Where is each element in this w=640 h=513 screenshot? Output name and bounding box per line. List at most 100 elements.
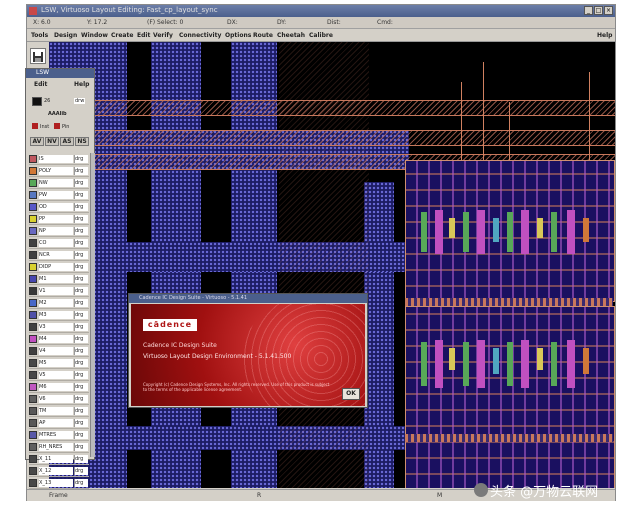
layer-list-scrollbar[interactable] — [90, 153, 95, 457]
menu-help[interactable]: Help — [597, 32, 612, 39]
metal-block — [477, 210, 485, 254]
layer-name: V1 — [39, 286, 73, 295]
menu-cheetah[interactable]: Cheetah — [277, 32, 305, 39]
none-visible-button[interactable]: NV — [45, 137, 59, 146]
layer-row[interactable]: M2 drg — [29, 297, 89, 309]
layer-row[interactable]: V1 drg — [29, 285, 89, 297]
all-selectable-button[interactable]: AS — [60, 137, 74, 146]
route-line — [483, 62, 484, 162]
menu-verify[interactable]: Verify — [153, 32, 173, 39]
x-coordinate: X: 6.0 — [33, 19, 51, 26]
poly-block — [537, 348, 543, 370]
layer-name: V3 — [39, 322, 73, 331]
lsw-menu-help[interactable]: Help — [74, 81, 89, 88]
layer-purpose: drg — [74, 334, 88, 343]
layer-row[interactable]: M3 drg — [29, 309, 89, 321]
layer-row[interactable]: NP drg — [29, 225, 89, 237]
layer-row[interactable]: TM drg — [29, 405, 89, 417]
status-mouse-left: Frame — [49, 492, 68, 499]
layer-swatch — [29, 274, 37, 283]
close-button[interactable]: × — [604, 6, 613, 15]
layer-row[interactable]: M5 drg — [29, 357, 89, 369]
layer-row[interactable]: V5 drg — [29, 369, 89, 381]
none-selectable-button[interactable]: NS — [75, 137, 89, 146]
layer-row[interactable]: NW drg — [29, 177, 89, 189]
diffusion-block — [507, 212, 513, 252]
layer-swatch — [29, 178, 37, 187]
ok-button[interactable]: OK — [342, 388, 360, 400]
lsw-menu-edit[interactable]: Edit — [34, 81, 47, 88]
layer-name: V6 — [39, 394, 73, 403]
minimize-button[interactable]: _ — [584, 6, 593, 15]
layer-swatch — [29, 166, 37, 175]
maximize-button[interactable]: □ — [594, 6, 603, 15]
layer-purpose: drg — [74, 166, 88, 175]
layer-row[interactable]: M1 drg — [29, 273, 89, 285]
layer-swatch — [29, 322, 37, 331]
pin-label: Pin — [62, 124, 70, 130]
menu-bar: Tools Design Window Create Edit Verify C… — [27, 29, 615, 42]
save-icon[interactable] — [30, 48, 46, 64]
product-subtitle: Virtuoso Layout Design Environment - 5.1… — [143, 353, 292, 360]
layer-row[interactable]: X_13 drg — [29, 477, 89, 489]
layer-purpose: drg — [74, 310, 88, 319]
layer-swatch — [29, 262, 37, 271]
menu-calibre[interactable]: Calibre — [309, 32, 333, 39]
all-visible-button[interactable]: AV — [30, 137, 44, 146]
layer-name: X_11 — [39, 454, 73, 463]
menu-route[interactable]: Route — [253, 32, 273, 39]
layer-row[interactable]: X_12 drg — [29, 465, 89, 477]
layer-row[interactable]: CO drg — [29, 237, 89, 249]
menu-edit[interactable]: Edit — [137, 32, 150, 39]
layer-purpose: drg — [74, 250, 88, 259]
layer-swatch — [29, 418, 37, 427]
layer-purpose: drg — [74, 370, 88, 379]
diffusion-block — [463, 342, 469, 386]
layer-row[interactable]: PP drg — [29, 213, 89, 225]
layer-swatch — [29, 358, 37, 367]
layer-row[interactable]: V3 drg — [29, 321, 89, 333]
layer-name: IS — [39, 154, 73, 163]
layer-row[interactable]: POLY drg — [29, 165, 89, 177]
menu-options[interactable]: Options — [225, 32, 251, 39]
layer-row[interactable]: M4 drg — [29, 333, 89, 345]
layer-swatch — [29, 214, 37, 223]
current-layer-name: 26 — [44, 98, 51, 104]
route-line — [589, 72, 590, 162]
layout-canvas[interactable] — [49, 42, 615, 488]
inst-checkbox[interactable] — [32, 123, 38, 129]
layer-swatch — [29, 154, 37, 163]
layer-row[interactable]: V4 drg — [29, 345, 89, 357]
menu-connectivity[interactable]: Connectivity — [179, 32, 221, 39]
inst-label: Inst — [40, 124, 50, 130]
layer-row[interactable]: V6 drg — [29, 393, 89, 405]
layer-row[interactable]: AP drg — [29, 417, 89, 429]
layer-row[interactable]: OD drg — [29, 201, 89, 213]
layer-name: POLY — [39, 166, 73, 175]
splash-banner: cādence Cadence IC Design Suite Virtuoso… — [131, 304, 365, 406]
menu-tools[interactable]: Tools — [31, 32, 48, 39]
layer-swatch — [29, 286, 37, 295]
standard-cell-array — [405, 306, 615, 488]
menu-window[interactable]: Window — [81, 32, 108, 39]
layer-row[interactable]: M6 drg — [29, 381, 89, 393]
layer-row[interactable]: PW drg — [29, 189, 89, 201]
menu-create[interactable]: Create — [111, 32, 133, 39]
metal-block — [521, 340, 529, 388]
pin-checkbox[interactable] — [54, 123, 60, 129]
layer-swatch — [29, 202, 37, 211]
layer-name: NW — [39, 178, 73, 187]
layer-purpose: drg — [74, 190, 88, 199]
layer-row[interactable]: RH_NRES drg — [29, 441, 89, 453]
layer-purpose: drg — [74, 394, 88, 403]
layer-row[interactable]: IS drg — [29, 153, 89, 165]
menu-design[interactable]: Design — [54, 32, 77, 39]
layer-row[interactable]: X_11 drg — [29, 453, 89, 465]
app-icon — [29, 7, 37, 15]
layer-purpose: drg — [74, 226, 88, 235]
layer-purpose: drg — [74, 202, 88, 211]
layer-row[interactable]: NCR drg — [29, 249, 89, 261]
layer-swatch — [29, 238, 37, 247]
layer-row[interactable]: DIDP drg — [29, 261, 89, 273]
layer-row[interactable]: MTRES drg — [29, 429, 89, 441]
